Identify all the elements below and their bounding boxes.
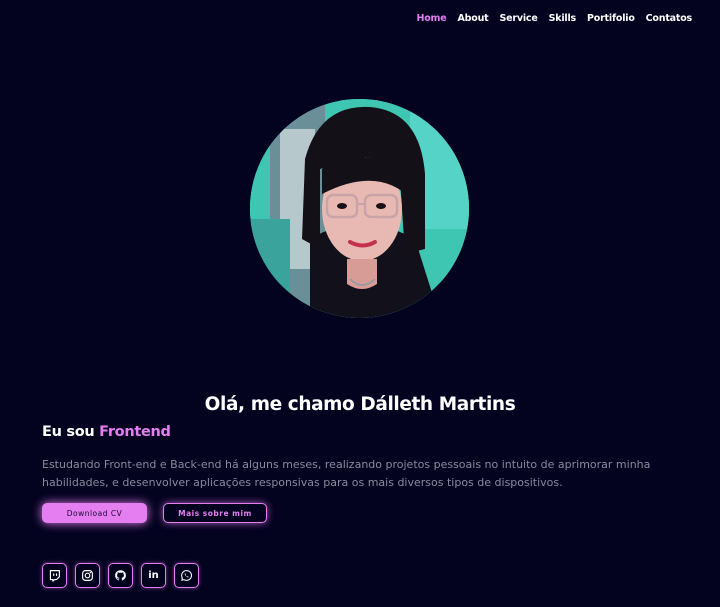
nav-service[interactable]: Service — [500, 13, 538, 24]
instagram-icon — [82, 570, 93, 581]
role-prefix: Eu sou — [42, 424, 95, 440]
nav-about[interactable]: About — [458, 13, 489, 24]
nav-home[interactable]: Home — [416, 13, 446, 24]
download-cv-button[interactable]: Download CV — [42, 503, 147, 523]
nav-contacts[interactable]: Contatos — [646, 13, 693, 24]
twitch-icon — [49, 570, 60, 582]
instagram-link[interactable] — [75, 563, 100, 588]
whatsapp-link[interactable] — [174, 563, 199, 588]
profile-photo — [250, 99, 469, 318]
twitch-link[interactable] — [42, 563, 67, 588]
role-highlight: Frontend — [99, 424, 171, 440]
hero-role: Eu sou Frontend — [42, 424, 171, 440]
page: Home About Service Skills Portifolio Con… — [0, 0, 720, 607]
nav-portfolio[interactable]: Portifolio — [587, 13, 635, 24]
linkedin-link[interactable]: in — [141, 563, 166, 588]
github-icon — [115, 570, 126, 581]
nav-skills[interactable]: Skills — [549, 13, 577, 24]
about-me-button[interactable]: Mais sobre mim — [163, 503, 267, 523]
linkedin-icon: in — [148, 570, 159, 581]
social-links: in — [42, 563, 199, 588]
profile-avatar — [250, 99, 469, 318]
hero-greeting: Olá, me chamo Dálleth Martins — [204, 394, 516, 415]
github-link[interactable] — [108, 563, 133, 588]
whatsapp-icon — [181, 570, 193, 581]
top-nav: Home About Service Skills Portifolio Con… — [416, 13, 692, 24]
hero-description: Estudando Front-end e Back-end há alguns… — [42, 458, 651, 489]
